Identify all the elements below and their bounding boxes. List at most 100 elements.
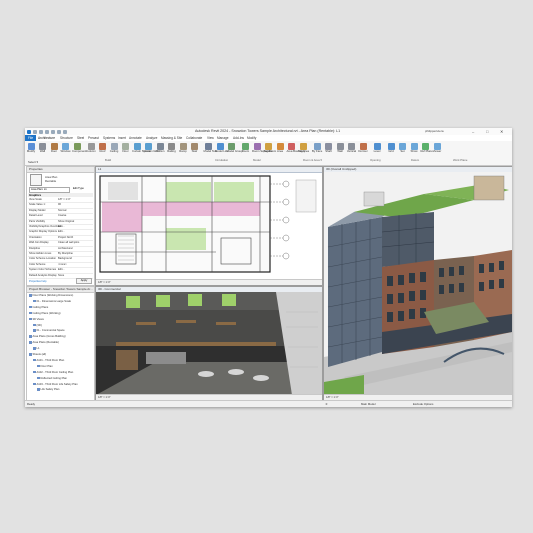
property-value[interactable]: Edit... [58,225,65,229]
browser-item[interactable]: A103 - Third Floor Life Safety Plan [33,383,78,387]
ribbon-button-label: Viewer [432,149,442,153]
ribbon-button-label: Column [86,149,96,153]
browser-item[interactable]: 3D Views [29,318,44,322]
ribbon-button-ramp[interactable]: Ramp [178,143,188,154]
browser-item[interactable]: Ceiling Plans (Working) [29,312,61,316]
ribbon-button-component[interactable]: Component [72,143,86,154]
property-value[interactable]: Coarse [58,214,66,218]
ribbon-button-show[interactable]: Show [409,143,419,154]
ribbon-button-by-face[interactable]: By Face [312,143,322,154]
maximize-button[interactable]: □ [486,129,488,134]
user-account[interactable]: philipperiviera [425,129,444,134]
ribbon-button-curtain-system[interactable]: Curtain System [132,143,151,154]
ribbon-button-level[interactable]: Level [372,143,382,154]
apply-button[interactable]: Apply [76,278,92,284]
ribbon-button-label: Ceiling [109,149,119,153]
ribbon-button-mullion[interactable]: Mullion [155,143,165,154]
window-title: Autodesk Revit 2024 - Snowdon Towers Sam… [195,129,341,133]
browser-item[interactable]: {3D} [33,324,42,328]
property-value[interactable]: 96 [58,203,61,207]
browser-item[interactable]: 01 - Dimensions Large Scale [33,300,71,304]
minimize-button[interactable]: – [472,129,474,134]
revit-logo-icon[interactable] [27,129,31,134]
property-value[interactable]: Normal [58,209,66,213]
ribbon-button-window[interactable]: Window [61,143,71,154]
ribbon-button-modify[interactable]: Modify [26,143,36,154]
browser-item[interactable]: Floor Plans (Working Dimensions) [29,294,73,298]
ribbon-button-floor[interactable]: Floor [121,143,131,154]
property-value[interactable]: Edit... [58,268,65,272]
plan-view-control-bar[interactable]: 1/8" = 1'-0" [96,279,322,285]
ribbon-button-wall[interactable]: Wall [38,143,48,154]
browser-item[interactable]: A102 - Third Floor Ceiling Plan [33,371,73,375]
ribbon-button-room[interactable]: Room [241,143,251,154]
ribbon-button-label: Wall [337,149,343,153]
property-value[interactable]: Edit... [58,230,65,234]
ribbon-button-roof[interactable]: Roof [98,143,108,154]
close-button[interactable]: ✕ [500,129,503,134]
undo-icon[interactable] [45,129,49,134]
ribbon-button-railing[interactable]: Railing [167,143,177,154]
browser-item[interactable]: Sheets (all) [29,353,46,357]
browser-item[interactable]: Area Plans (Gross Building) [29,335,66,339]
property-value[interactable]: Architectural [58,247,72,251]
ribbon-button-curtain-grid[interactable]: Curtain Grid [144,143,159,154]
ribbon-button-column[interactable]: Column [86,143,96,154]
property-value[interactable]: <none> [58,263,67,267]
main-model-selector[interactable]: Main Model [361,401,375,407]
graphics-section[interactable]: Graphics [28,193,93,197]
browser-item[interactable]: Reflected Ceiling Plan [37,377,67,381]
print-icon[interactable] [57,129,61,134]
property-value[interactable]: None [58,274,64,278]
browser-item[interactable]: Life Safety Plan [37,388,59,392]
property-value[interactable]: Project North [58,236,73,240]
ribbon-button-tag-room[interactable]: Tag Room [264,143,276,154]
ribbon-button-model-group[interactable]: Model Group [227,143,243,154]
3d-commercial-view[interactable]: 3D - Commercial 1/8" = 1'-0" [95,286,323,401]
group-room-area[interactable]: Room & Area ▾ [303,158,322,162]
save-icon[interactable] [39,129,43,134]
ribbon-button-ref-plane[interactable]: Ref Plane [421,143,433,154]
ribbon-button-label: Door [50,149,58,153]
ribbon-button-viewer[interactable]: Viewer [432,143,442,154]
browser-item[interactable]: Ceiling Plans [29,306,48,310]
floor-plan-drawing [99,175,317,273]
ribbon-button-stair[interactable]: Stair [190,143,200,154]
ribbon-button-shaft[interactable]: Shaft [324,143,334,154]
browser-item[interactable]: A101 - Third Floor Plan [33,359,64,363]
properties-help-link[interactable]: Properties help [29,280,46,283]
ribbon-button-label: Model Text [203,149,217,153]
browser-item[interactable]: Area Plans (Rentable) [29,341,59,345]
browser-item[interactable]: L1 [33,347,40,351]
ribbon-button-vertical[interactable]: Vertical [347,143,357,154]
property-value[interactable]: Clean all wall joins [58,241,79,245]
edit-type-button[interactable]: Edit Type [73,187,84,191]
floor-plan-view[interactable]: L1 1/8" = 1'-0" [95,166,323,286]
ribbon-button-dormer[interactable]: Dormer [358,143,368,154]
ribbon-button-label: Roof [99,149,106,153]
ribbon-button-grid[interactable]: Grid [386,143,396,154]
measure-icon[interactable] [63,129,67,134]
property-value[interactable]: By Discipline [58,252,73,256]
ribbon-button-set[interactable]: Set [398,143,408,154]
ribbon-button-ceiling[interactable]: Ceiling [109,143,119,154]
property-value[interactable]: 1/8" = 1'-0" [58,198,71,202]
ribbon-button-tag-area[interactable]: Tag Area [298,143,309,154]
property-value[interactable]: Background [58,257,72,261]
browser-item[interactable]: Floor Plan [37,365,53,369]
browser-item[interactable]: 01 - Commercial Space [33,329,65,333]
select-dropdown[interactable]: Select ▾ [28,160,38,164]
redo-icon[interactable] [51,129,55,134]
ribbon-button-area-boundary[interactable]: Area Boundary [287,143,305,154]
ribbon-button-model-line[interactable]: Model Line [215,143,229,154]
ribbon-button-door[interactable]: Door [49,143,59,154]
open-icon[interactable] [33,129,37,134]
3d-overall-view[interactable]: 3D (Overall Unclipped) 1/8" = 1'-0" [323,166,512,401]
ribbon-button-wall[interactable]: Wall [335,143,345,154]
group-model: Model [253,158,261,162]
exclude-options-toggle[interactable]: Exclude Options [413,401,433,407]
ribbon-button-model-text[interactable]: Model Text [203,143,217,154]
property-value[interactable]: Show Original [58,220,74,224]
ribbon-button-area[interactable]: Area [275,143,285,154]
ribbon-button-room-separator[interactable]: Room Separator [252,143,273,154]
